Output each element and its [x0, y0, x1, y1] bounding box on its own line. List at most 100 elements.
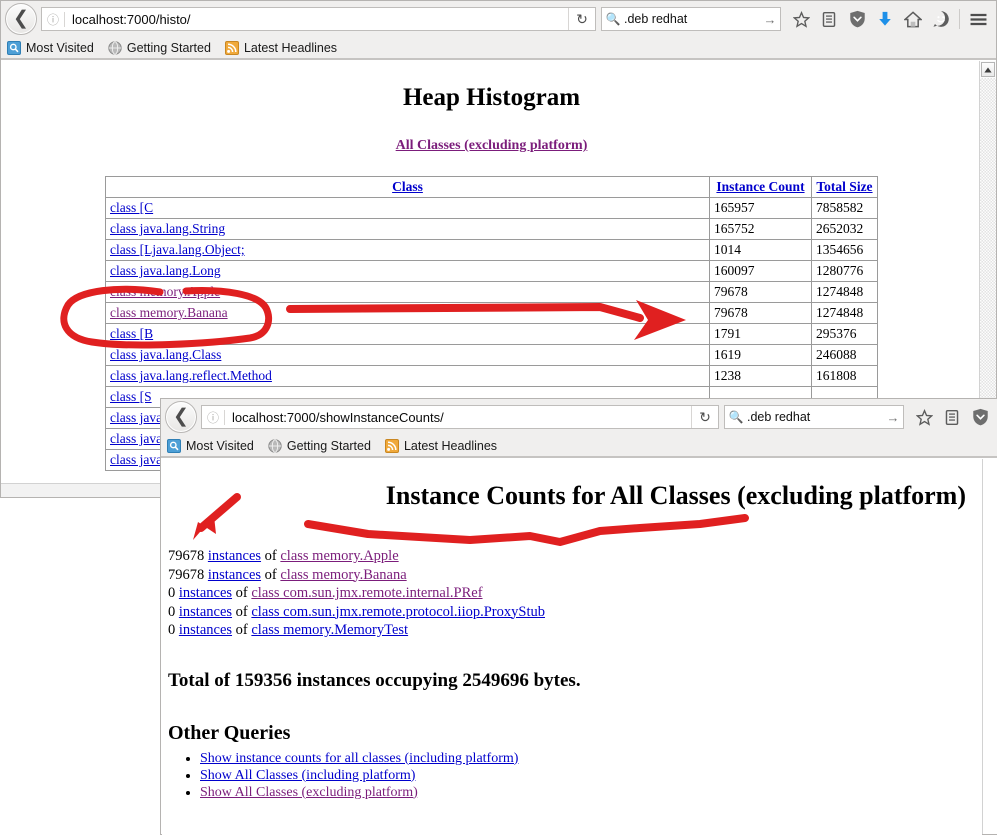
cell-class: class java.lang.Long: [105, 260, 710, 282]
address-bar[interactable]: ⓘ localhost:7000/showInstanceCounts/ ↻: [201, 405, 719, 429]
cell-class: class memory.Apple: [105, 281, 710, 303]
bookmark-label: Getting Started: [286, 438, 371, 453]
search-icon: 🔍: [605, 12, 621, 26]
column-header-total-size: Total Size: [811, 176, 878, 198]
sort-by-total-size-link[interactable]: Total Size: [816, 179, 872, 194]
smiley-face-icon[interactable]: [927, 5, 955, 33]
hamburger-menu-icon[interactable]: [964, 5, 992, 33]
cell-class: class java.lang.Class: [105, 344, 710, 366]
window2-vertical-scrollbar[interactable]: [982, 459, 997, 834]
search-query-text[interactable]: .deb redhat: [747, 410, 883, 424]
window2-navbar: ❮ ⓘ localhost:7000/showInstanceCounts/ ↻…: [161, 399, 997, 435]
column-header-instance-count: Instance Count: [709, 176, 812, 198]
cell-instance-count: 1791: [709, 323, 812, 345]
bookmark-getting-started[interactable]: Getting Started: [268, 439, 371, 453]
class-link[interactable]: class java.lang.Long: [110, 263, 221, 278]
cell-total-size: 2652032: [811, 218, 878, 240]
cell-class: class java.lang.reflect.Method: [105, 365, 710, 387]
instance-count-number: 0: [168, 622, 176, 638]
all-classes-excluding-platform-link[interactable]: All Classes (excluding platform): [396, 138, 588, 153]
library-icon[interactable]: [815, 5, 843, 33]
instance-count-number: 0: [168, 603, 176, 620]
class-link[interactable]: class [C: [110, 200, 153, 215]
class-link[interactable]: class memory.MemoryTest: [251, 622, 408, 638]
search-go-arrow-icon[interactable]: →: [760, 12, 780, 27]
bookmark-most-visited[interactable]: Most Visited: [167, 438, 254, 453]
library-icon[interactable]: [938, 403, 966, 431]
star-icon[interactable]: [910, 403, 938, 431]
cell-total-size: 161808: [811, 365, 878, 387]
list-item: Show All Classes (including platform): [200, 768, 982, 784]
address-bar[interactable]: ⓘ localhost:7000/histo/ ↻: [41, 7, 596, 31]
instances-link[interactable]: instances: [179, 604, 232, 620]
list-item: Show All Classes (excluding platform): [200, 785, 982, 801]
class-link[interactable]: class java: [110, 410, 162, 425]
of-text: of: [235, 622, 248, 638]
of-text: of: [264, 548, 277, 564]
other-query-link[interactable]: Show instance counts for all classes (in…: [200, 751, 518, 766]
bookmark-getting-started[interactable]: Getting Started: [108, 41, 211, 55]
class-link[interactable]: class java.lang.reflect.Method: [110, 368, 272, 383]
instances-link[interactable]: instances: [208, 548, 261, 564]
back-button[interactable]: ❮: [5, 3, 37, 35]
cell-total-size: 1280776: [811, 260, 878, 282]
search-bar[interactable]: 🔍 .deb redhat →: [724, 405, 904, 429]
search-go-arrow-icon[interactable]: →: [883, 410, 903, 425]
cell-instance-count: 165752: [709, 218, 812, 240]
browser-window-instance-counts[interactable]: ❮ ⓘ localhost:7000/showInstanceCounts/ ↻…: [160, 398, 997, 835]
instances-link[interactable]: instances: [179, 585, 232, 601]
bookmark-latest-headlines[interactable]: Latest Headlines: [224, 40, 337, 55]
window1-toolbar-icons: [787, 5, 992, 33]
class-link[interactable]: class [Ljava.lang.Object;: [110, 242, 245, 257]
cell-instance-count: 79678: [709, 302, 812, 324]
table-row: class java.lang.reflect.Method 1238 161808: [105, 365, 878, 387]
cell-instance-count: 165957: [709, 197, 812, 219]
star-icon[interactable]: [787, 5, 815, 33]
scroll-up-arrow-icon[interactable]: [981, 62, 995, 77]
table-header-row: Class Instance Count Total Size: [105, 176, 878, 198]
table-row: class java.lang.String 165752 2652032: [105, 218, 878, 240]
bookmark-most-visited[interactable]: Most Visited: [7, 40, 94, 55]
sort-by-instance-count-link[interactable]: Instance Count: [716, 179, 804, 194]
class-link[interactable]: class [B: [110, 326, 153, 341]
shield-icon[interactable]: [843, 5, 871, 33]
of-text: of: [264, 566, 277, 583]
total-line: Total of 159356 instances occupying 2549…: [168, 669, 581, 691]
bookmark-latest-headlines[interactable]: Latest Headlines: [384, 438, 497, 453]
table-row: class [B 1791 295376: [105, 323, 878, 345]
class-link[interactable]: class memory.Banana: [280, 567, 406, 583]
other-query-link[interactable]: Show All Classes (excluding platform): [200, 785, 418, 800]
class-link[interactable]: class [S: [110, 389, 152, 404]
home-icon[interactable]: [899, 5, 927, 33]
back-button[interactable]: ❮: [165, 401, 197, 433]
instances-link[interactable]: instances: [179, 622, 232, 638]
other-queries-heading: Other Queries: [168, 721, 291, 744]
toolbar-divider: [959, 9, 960, 29]
globe-icon: [108, 40, 122, 55]
class-link[interactable]: class java.lang.Class: [110, 347, 221, 362]
reload-icon[interactable]: ↻: [568, 8, 595, 30]
table-row: class java.lang.Long 160097 1280776: [105, 260, 878, 282]
bookmark-label: Most Visited: [26, 40, 94, 55]
class-link[interactable]: class java.lang.String: [110, 221, 225, 236]
instances-link[interactable]: instances: [208, 567, 261, 583]
other-queries-list: Show instance counts for all classes (in…: [162, 751, 982, 801]
class-link[interactable]: class memory.Apple: [280, 548, 398, 564]
shield-icon[interactable]: [966, 403, 994, 431]
window2-page-viewport: Instance Counts for All Classes (excludi…: [162, 459, 982, 835]
cell-total-size: 1274848: [811, 281, 878, 303]
reload-icon[interactable]: ↻: [691, 406, 718, 428]
sort-by-class-link[interactable]: Class: [392, 179, 423, 194]
class-link[interactable]: class com.sun.jmx.remote.internal.PRef: [251, 585, 482, 601]
class-link[interactable]: class java: [110, 452, 162, 467]
class-link[interactable]: class java: [110, 431, 162, 446]
search-query-text[interactable]: .deb redhat: [624, 12, 760, 26]
class-link[interactable]: class memory.Banana: [110, 305, 228, 320]
class-link[interactable]: class com.sun.jmx.remote.protocol.iiop.P…: [251, 604, 545, 620]
cell-class: class [B: [105, 323, 710, 345]
search-bar[interactable]: 🔍 .deb redhat →: [601, 7, 781, 31]
other-query-link[interactable]: Show All Classes (including platform): [200, 768, 415, 783]
rss-feed-icon: [384, 438, 399, 453]
download-arrow-icon[interactable]: [871, 5, 899, 33]
class-link[interactable]: class memory.Apple: [110, 284, 220, 299]
